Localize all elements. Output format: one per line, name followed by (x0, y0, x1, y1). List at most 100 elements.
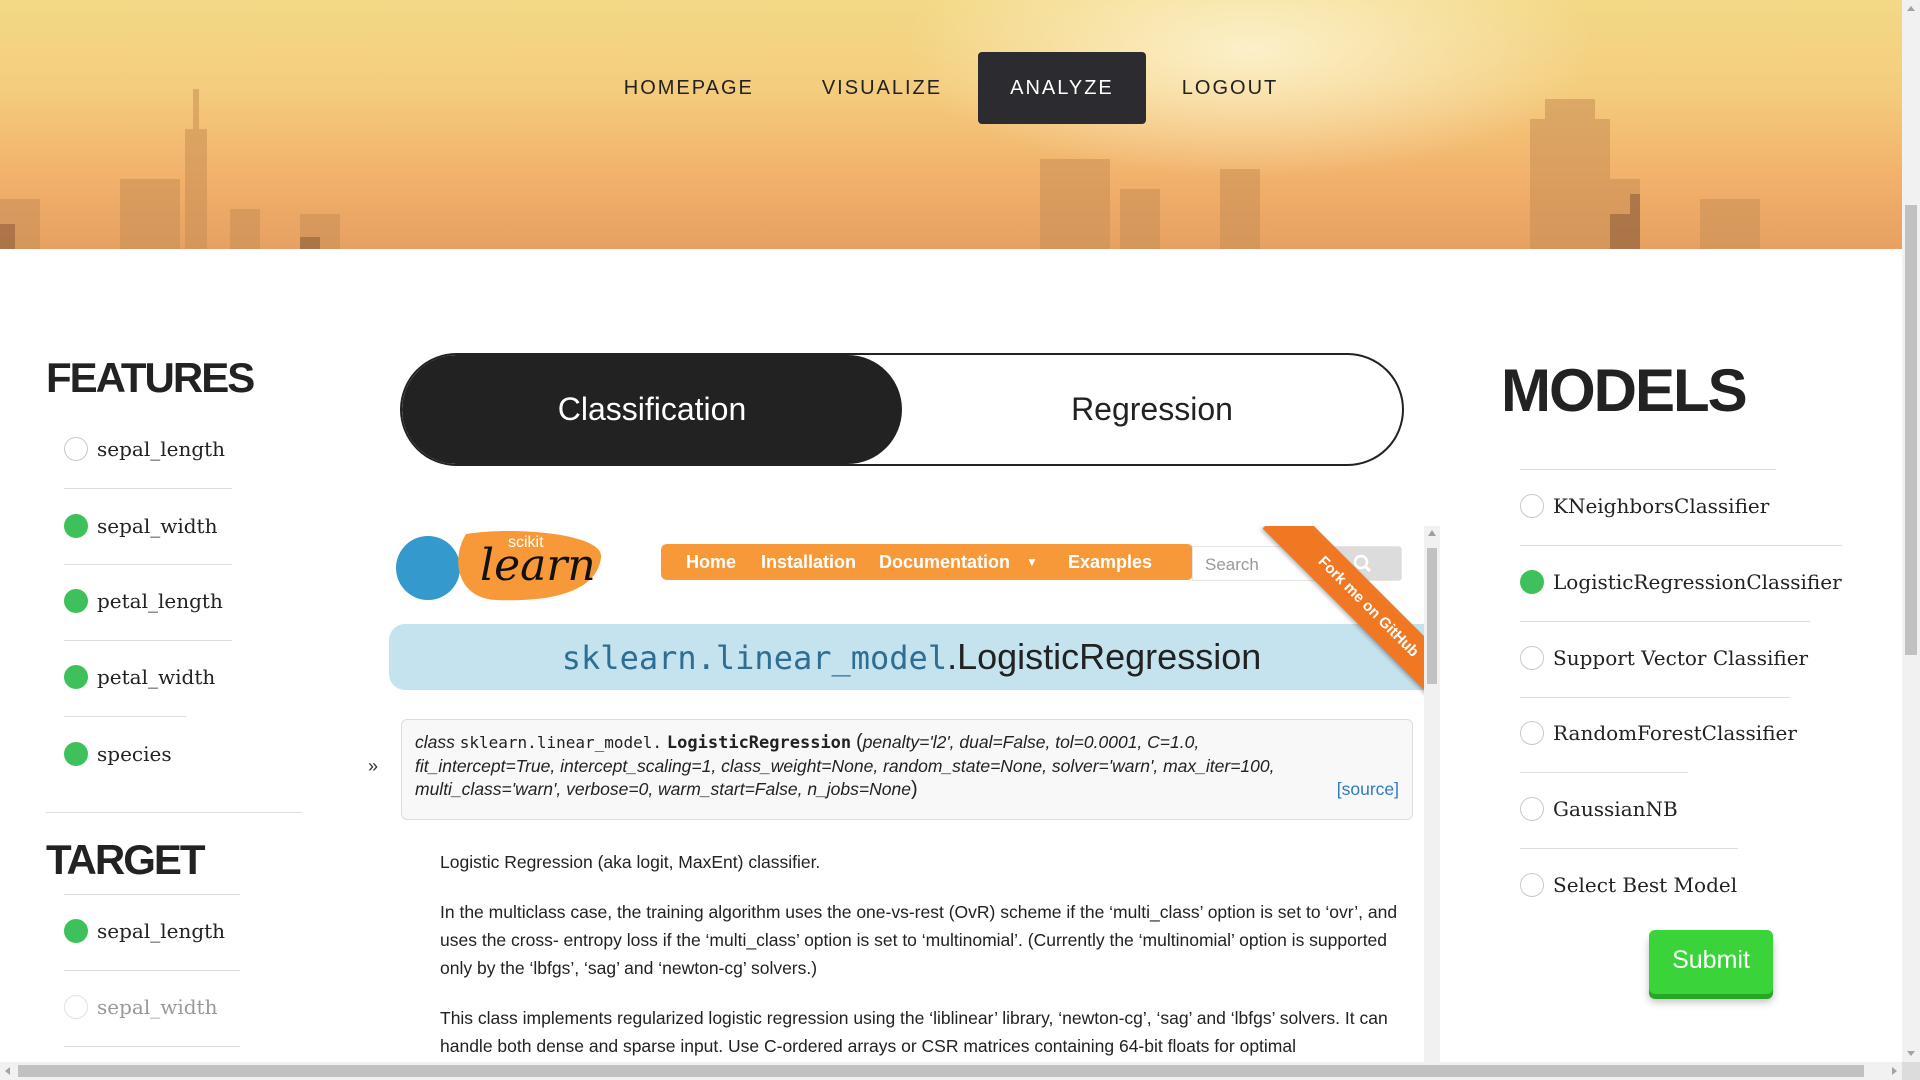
source-link[interactable]: [source] (1337, 778, 1399, 801)
doc-title-class: .LogisticRegression (947, 636, 1262, 677)
divider (64, 894, 240, 895)
radio-button[interactable] (1520, 721, 1544, 745)
divider (64, 1046, 240, 1047)
class-signature: class sklearn.linear_model. LogisticRegr… (401, 719, 1413, 820)
caret-down-icon[interactable]: ▼ (1026, 555, 1038, 569)
radio-button[interactable] (1520, 494, 1544, 518)
option-label: sepal_length (97, 919, 226, 943)
target-heading: TARGET (46, 836, 206, 883)
radio-button[interactable] (1520, 646, 1544, 670)
doc-scrollbar[interactable] (1424, 526, 1440, 1080)
sklearn-nav-installation[interactable]: Installation (761, 552, 856, 573)
sklearn-nav-bar: Home Installation Documentation ▼ Exampl… (661, 544, 1193, 580)
divider (64, 640, 232, 641)
divider (1520, 469, 1776, 470)
sklearn-nav-home[interactable]: Home (686, 552, 736, 573)
model-option-logistic-regression[interactable]: LogisticRegressionClassifier (1520, 570, 1842, 594)
model-option-gaussiannb[interactable]: GaussianNB (1520, 797, 1678, 821)
scroll-right-arrow-icon[interactable] (1892, 1067, 1897, 1075)
feature-option-sepal-width[interactable]: sepal_width (64, 514, 217, 538)
model-option-select-best[interactable]: Select Best Model (1520, 873, 1737, 897)
model-option-random-forest[interactable]: RandomForestClassifier (1520, 721, 1797, 745)
option-label: KNeighborsClassifier (1553, 494, 1770, 518)
radio-button[interactable] (1520, 570, 1544, 594)
ribbon-label[interactable]: Fork me on GitHub (1262, 526, 1440, 713)
sidebar-toggle-icon[interactable]: » (368, 756, 378, 777)
option-label: species (97, 742, 172, 766)
submit-button[interactable]: Submit (1649, 930, 1773, 994)
scrollbar-corner (1902, 1062, 1920, 1080)
page-horizontal-scrollbar-thumb[interactable] (18, 1065, 1864, 1077)
doc-title-module: sklearn.linear_model (561, 639, 948, 677)
doc-paragraph: In the multiclass case, the training alg… (440, 902, 1398, 978)
option-label: LogisticRegressionClassifier (1553, 570, 1842, 594)
divider (1520, 545, 1842, 546)
page-horizontal-scrollbar[interactable] (0, 1062, 1902, 1080)
radio-button[interactable] (64, 665, 88, 689)
signature-module: sklearn.linear_model. (459, 733, 663, 752)
features-heading: FEATURES (46, 354, 255, 401)
scroll-left-arrow-icon[interactable] (5, 1067, 10, 1075)
option-label: Select Best Model (1553, 873, 1738, 897)
nav-visualize[interactable]: VISUALIZE (790, 52, 974, 124)
option-label: sepal_length (97, 437, 226, 461)
option-label: GaussianNB (1553, 797, 1678, 821)
page-vertical-scrollbar-thumb[interactable] (1905, 205, 1917, 655)
signature-prefix: class (415, 732, 455, 752)
divider (1520, 621, 1810, 622)
feature-option-petal-width[interactable]: petal_width (64, 665, 215, 689)
feature-option-sepal-length[interactable]: sepal_length (64, 437, 225, 461)
radio-button[interactable] (1520, 873, 1544, 897)
option-label: sepal_width (97, 995, 218, 1019)
divider (64, 488, 232, 489)
feature-option-petal-length[interactable]: petal_length (64, 589, 223, 613)
radio-button (64, 995, 88, 1019)
nav-logout[interactable]: LOGOUT (1150, 52, 1310, 124)
signature-params-3: multi_class='warn', verbose=0, warm_star… (415, 779, 911, 799)
divider (1520, 772, 1688, 773)
signature-params-2: fit_intercept=True, intercept_scaling=1,… (415, 756, 1275, 776)
page-vertical-scrollbar[interactable] (1902, 0, 1920, 1062)
divider (1520, 848, 1738, 849)
target-option-sepal-width: sepal_width (64, 995, 217, 1019)
section-divider (46, 812, 302, 813)
embedded-documentation-frame[interactable]: scikit learn Home Installation Documenta… (368, 526, 1440, 1080)
radio-button[interactable] (64, 437, 88, 461)
target-option-sepal-length[interactable]: sepal_length (64, 919, 225, 943)
sklearn-nav-examples[interactable]: Examples (1068, 552, 1152, 573)
option-label: petal_length (97, 589, 223, 613)
option-label: sepal_width (97, 514, 218, 538)
scroll-up-arrow-icon[interactable] (1907, 6, 1915, 11)
model-option-svc[interactable]: Support Vector Classifier (1520, 646, 1808, 670)
divider (1520, 697, 1790, 698)
hero-banner: HOMEPAGE VISUALIZE ANALYZE LOGOUT (0, 0, 1902, 249)
divider (64, 716, 186, 717)
radio-button[interactable] (1520, 797, 1544, 821)
mode-toggle: Classification Regression (400, 353, 1404, 466)
nav-homepage[interactable]: HOMEPAGE (592, 52, 786, 124)
option-label: RandomForestClassifier (1553, 721, 1797, 745)
toggle-regression[interactable]: Regression (902, 355, 1402, 464)
divider (64, 970, 240, 971)
option-label: Support Vector Classifier (1553, 646, 1809, 670)
signature-params-1: penalty='l2', dual=False, tol=0.0001, C=… (862, 732, 1200, 752)
doc-paragraph: Logistic Regression (aka logit, MaxEnt) … (440, 852, 821, 872)
doc-paragraph: This class implements regularized logist… (440, 1008, 1388, 1056)
logo-learn-text: learn (480, 540, 596, 591)
option-label: petal_width (97, 665, 216, 689)
model-option-kneighbors[interactable]: KNeighborsClassifier (1520, 494, 1769, 518)
feature-option-species[interactable]: species (64, 742, 172, 766)
radio-button[interactable] (64, 514, 88, 538)
radio-button[interactable] (64, 589, 88, 613)
radio-button[interactable] (64, 919, 88, 943)
divider (64, 564, 232, 565)
github-ribbon[interactable]: Fork me on GitHub (1250, 526, 1440, 716)
toggle-classification[interactable]: Classification (402, 355, 902, 464)
signature-classname: LogisticRegression (666, 733, 852, 753)
models-heading: MODELS (1501, 357, 1748, 424)
sklearn-nav-documentation[interactable]: Documentation (879, 552, 1010, 573)
scroll-down-arrow-icon[interactable] (1907, 1051, 1915, 1056)
radio-button[interactable] (64, 742, 88, 766)
doc-scrollbar-thumb[interactable] (1427, 548, 1437, 684)
nav-analyze[interactable]: ANALYZE (978, 52, 1146, 124)
